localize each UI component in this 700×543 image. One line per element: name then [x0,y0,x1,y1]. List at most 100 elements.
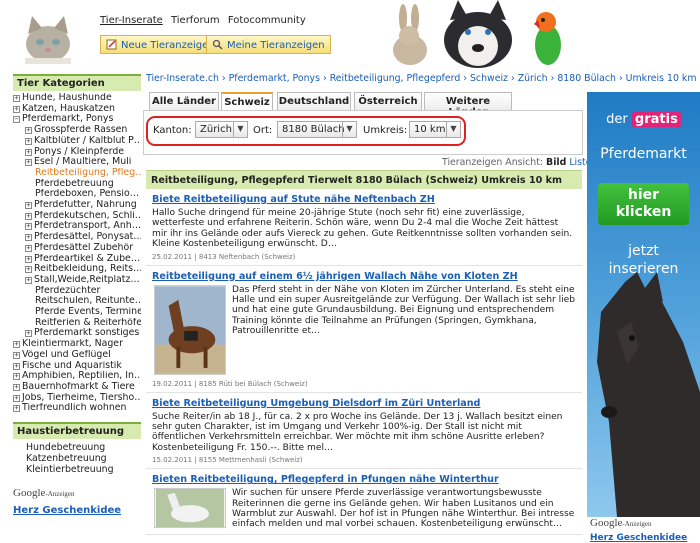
tab-weitere-laender[interactable]: Weitere Länder [424,92,512,118]
nav-tier-inserate[interactable]: Tier-Inserate [100,15,163,26]
expand-icon[interactable]: + [25,223,32,231]
ort-select[interactable]: 8180 Bülach ▼ [277,121,357,138]
expand-icon[interactable]: + [25,148,32,156]
listing-title[interactable]: Biete Reitbeteiligung auf Stute nähe Nef… [152,194,576,205]
ad-pferdemarkt: Pferdemarkt [600,146,687,162]
expand-icon[interactable]: + [25,276,32,284]
expand-icon[interactable]: + [25,330,32,338]
tab-alle-laender[interactable]: Alle Länder [149,92,219,111]
horse-photo[interactable] [154,488,226,529]
sidebar-item[interactable]: + Pferdeartikel & Zube… [13,254,141,265]
expand-icon[interactable]: + [25,212,32,220]
sidebar-item-label: Tierfreundlich wohnen [22,403,127,414]
tab-deutschland[interactable]: Deutschland [277,92,351,111]
sidebar-item[interactable]: + Reitbekleidung, Reits… [13,264,141,275]
expand-icon[interactable]: + [13,383,20,391]
horse-photo[interactable] [154,284,226,375]
sidebar-item[interactable]: + Esel / Maultiere, Muli [13,157,141,168]
listing-title[interactable]: Bieten Reitbeteiligung, Pflegepferd in P… [152,474,576,485]
pferdemarkt-ad-banner[interactable]: der gratis Pferdemarkt hier klicken jetzt… [587,92,700,517]
expand-icon[interactable]: + [25,137,32,145]
sidebar-item[interactable]: Reitferien & Reiterhöfe [13,318,141,329]
my-ads-button[interactable]: Meine Tieranzeigen [206,35,331,54]
sidebar-item[interactable]: + Kaltblüter / Kaltblut P… [13,136,141,147]
sidebar-item[interactable]: Pferdebetreuung [13,179,141,190]
expand-icon[interactable]: + [13,95,20,102]
sidebar-item[interactable]: + Pferdekutschen, Schli… [13,211,141,222]
sidebar-item[interactable]: + Hunde, Haushunde [13,93,141,104]
sidebar-item[interactable]: + Amphibien, Reptilien, In… [13,371,141,382]
ort-label: Ort: [253,125,273,136]
listing-title[interactable]: Reitbeteiligung auf einem 6½ jährigen Wa… [152,271,576,282]
sidebar-item[interactable]: Reitbeteiligung, Pfleg… [13,168,141,179]
sidebar-item[interactable]: + Kleintiermarkt, Nager [13,339,141,350]
sidebar-item-label: Pferdesättel, Ponysat… [34,232,141,243]
expand-icon[interactable]: + [25,159,32,167]
listing-title[interactable]: Biete Reitbeteiligung Umgebung Dielsdorf… [152,398,576,409]
sidebar-item-label: Reitbeteiligung, Pfleg… [35,167,141,178]
sidebar-heading-petcare: Haustierbetreuung [13,422,141,440]
expand-icon[interactable]: + [13,373,20,381]
chevron-down-icon: ▼ [233,122,247,137]
sidebar-item-label: Stall,Weide,Reitplatz… [34,274,140,285]
sidebar-item[interactable]: Pferdezüchter [13,286,141,297]
sidebar-item[interactable]: + Vögel und Geflügel [13,350,141,361]
tab-oesterreich[interactable]: Österreich [354,92,422,111]
expand-icon[interactable]: + [13,405,20,413]
expand-icon[interactable]: + [25,127,32,135]
nav-tierforum[interactable]: Tierforum [171,15,220,26]
sidebar-item[interactable]: + Jobs, Tierheime, Tiersho… [13,393,141,404]
sidebar-item[interactable]: + Katzen, Hauskatzen [13,104,141,115]
sidebar-item[interactable]: + Stall,Weide,Reitplatz… [13,275,141,286]
expand-icon[interactable]: + [25,234,32,242]
expand-icon[interactable]: + [13,351,20,359]
view-bild[interactable]: Bild [546,157,566,168]
new-ad-label: Neue Tieranzeige [121,40,209,51]
expand-icon[interactable]: + [13,105,20,113]
expand-icon[interactable]: + [13,341,20,349]
sidebar-item[interactable]: Reitschulen, Reitunte… [13,296,141,307]
kanton-select[interactable]: Zürich ▼ [195,121,248,138]
sidebar-item[interactable]: Pferdeboxen, Pensio… [13,189,141,200]
listing-meta: 15.02.2011 | 8155 Mettmenhasli (Schweiz) [152,456,303,465]
tab-schweiz[interactable]: Schweiz [221,92,273,112]
chevron-down-icon: ▼ [446,122,460,137]
collapse-icon[interactable]: − [13,116,20,124]
sidebar-item[interactable]: − Pferdemarkt, Ponys [13,114,141,125]
sidebar-item[interactable]: + Pferdetransport, Anh… [13,221,141,232]
petcare-item[interactable]: Kleintierbetreuung [26,464,141,475]
sidebar-item[interactable]: + Tierfreundlich wohnen [13,403,141,414]
sidebar-item-label: Jobs, Tierheime, Tiersho… [22,392,141,403]
sidebar-item-label: Reitferien & Reiterhöfe [35,317,141,328]
ad-jetzt: jetzt [628,243,659,259]
breadcrumb[interactable]: Tier-Inserate.ch › Pferdemarkt, Ponys › … [146,73,696,84]
petcare-item[interactable]: Hundebetreuung [26,442,141,453]
expand-icon[interactable]: + [25,244,32,252]
umkreis-select[interactable]: 10 km ▼ [409,121,461,138]
expand-icon[interactable]: + [13,362,20,370]
sidebar-item-label: Reitschulen, Reitunte… [35,296,141,307]
nav-fotocommunity[interactable]: Fotocommunity [228,15,306,26]
new-ad-button[interactable]: Neue Tieranzeige [100,35,215,54]
list-item: Reitbeteiligung auf einem 6½ jährigen Wa… [146,266,582,393]
sidebar-item[interactable]: + Fische und Aquaristik [13,361,141,372]
ad-click-button[interactable]: hier klicken [598,183,689,225]
sidebar-item[interactable]: + Grosspferde Rassen [13,125,141,136]
expand-icon[interactable]: + [13,394,20,402]
sidebar-item[interactable]: + Bauernhofmarkt & Tiere [13,382,141,393]
sidebar-item[interactable]: + Pferdefutter, Nahrung [13,200,141,211]
sidebar-item[interactable]: + Pferdesättel Zubehör [13,243,141,254]
sidebar-item[interactable]: + Pferdemarkt sonstiges [13,328,141,339]
sidebar-item[interactable]: + Pferdesättel, Ponysat… [13,232,141,243]
petcare-item[interactable]: Katzenbetreuung [26,453,141,464]
results-list: Reitbeteiligung, Pflegepferd Tierwelt 81… [146,170,582,543]
sidebar-item-label: Vögel und Geflügel [22,349,111,360]
sidebar-item[interactable]: Pferde Events, Termine [13,307,141,318]
ad-link-right[interactable]: Herz Geschenkidee [590,533,687,543]
expand-icon[interactable]: + [25,202,32,210]
expand-icon[interactable]: + [25,255,32,263]
sidebar-item[interactable]: + Ponys / Kleinpferde [13,147,141,158]
expand-icon[interactable]: + [25,266,32,274]
sidebar-item-label: Kleintiermarkt, Nager [22,339,123,350]
ad-link-left[interactable]: Herz Geschenkidee [13,505,141,516]
